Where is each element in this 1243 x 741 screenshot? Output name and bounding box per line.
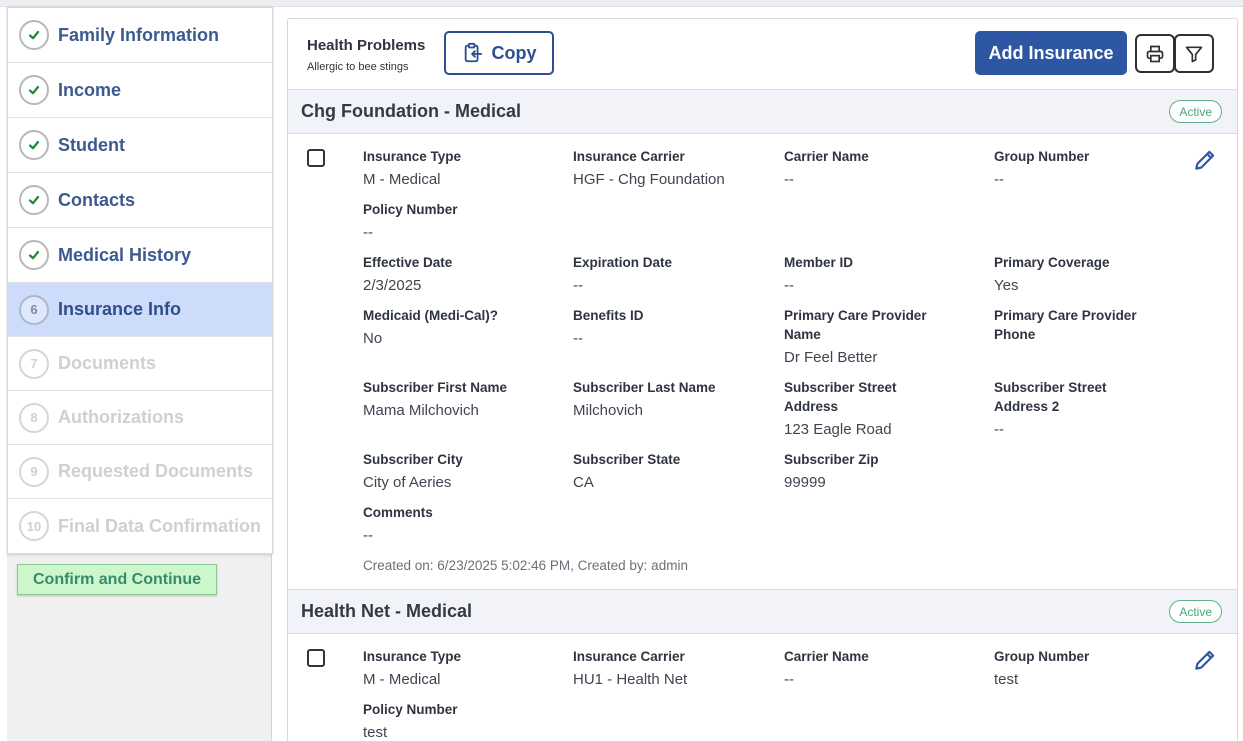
checkmark-icon	[19, 75, 49, 105]
field-carrier-name: Carrier Name --	[784, 149, 869, 188]
checkmark-icon	[19, 20, 49, 50]
field-effective-date: Effective Date 2/3/2025	[363, 255, 453, 294]
field-subscriber-first-name: Subscriber First Name Mama Milchovich	[363, 380, 508, 419]
health-problems-text: Allergic to bee stings	[307, 61, 409, 73]
add-insurance-button[interactable]: Add Insurance	[975, 31, 1127, 75]
select-checkbox[interactable]	[307, 649, 325, 667]
field-member-id: Member ID --	[784, 255, 854, 294]
field-subscriber-zip: Subscriber Zip 99999	[784, 452, 879, 491]
step-income[interactable]: Income	[8, 63, 272, 118]
funnel-icon	[1185, 46, 1203, 62]
step-label: Contacts	[58, 189, 136, 210]
field-subscriber-street-2: Subscriber Street Address 2 --	[994, 380, 1107, 438]
insurance-record-header: Chg Foundation - Medical Active	[288, 89, 1237, 134]
step-label: Final Data Confirmation	[58, 515, 262, 536]
step-label: Medical History	[58, 244, 192, 265]
printer-icon	[1146, 45, 1164, 62]
field-primary-coverage: Primary Coverage Yes	[994, 255, 1110, 294]
checkmark-icon	[19, 185, 49, 215]
field-subscriber-street: Subscriber Street Address 123 Eagle Road	[784, 380, 897, 438]
step-family-information[interactable]: Family Information	[8, 8, 272, 63]
step-student[interactable]: Student	[8, 118, 272, 173]
insurance-record-header: Health Net - Medical Active	[288, 589, 1237, 634]
step-label: Documents	[58, 353, 157, 373]
clipboard-copy-icon	[464, 42, 482, 63]
print-button[interactable]	[1135, 34, 1175, 73]
field-pcp-name: Primary Care Provider Name Dr Feel Bette…	[784, 308, 927, 366]
checkmark-icon	[19, 240, 49, 270]
checkmark-icon	[19, 130, 49, 160]
field-expiration-date: Expiration Date --	[573, 255, 673, 294]
field-medicaid: Medicaid (Medi-Cal)? No	[363, 308, 499, 347]
step-label: Student	[58, 134, 125, 155]
step-final-data-confirmation: 10 Final Data Confirmation	[8, 499, 272, 553]
step-medical-history[interactable]: Medical History	[8, 228, 272, 283]
step-number: 6	[19, 294, 49, 325]
field-insurance-carrier: Insurance Carrier HGF - Chg Foundation	[573, 149, 725, 188]
step-label: Insurance Info	[58, 299, 182, 319]
status-badge: Active	[1169, 100, 1222, 123]
top-bar	[0, 0, 1243, 7]
field-insurance-type: Insurance Type M - Medical	[363, 149, 462, 188]
step-contacts[interactable]: Contacts	[8, 173, 272, 228]
status-badge: Active	[1169, 600, 1222, 623]
copy-label: Copy	[491, 42, 537, 63]
pencil-icon[interactable]	[1192, 647, 1218, 673]
field-subscriber-state: Subscriber State CA	[573, 452, 681, 491]
insurance-panel: Health Problems Allergic to bee stings C…	[287, 18, 1238, 741]
step-requested-documents: 9 Requested Documents	[8, 445, 272, 499]
confirm-and-continue-button[interactable]: Confirm and Continue	[17, 564, 217, 595]
step-nav: Family Information Income Student Contac…	[7, 7, 273, 554]
field-insurance-carrier: Insurance Carrier HU1 - Health Net	[573, 649, 688, 688]
step-authorizations: 8 Authorizations	[8, 391, 272, 445]
field-carrier-name: Carrier Name --	[784, 649, 869, 688]
field-group-number: Group Number --	[994, 149, 1090, 188]
step-number: 7	[19, 348, 49, 379]
created-info: Created on: 6/23/2025 5:02:46 PM, Create…	[363, 558, 688, 573]
filter-button[interactable]	[1174, 34, 1214, 73]
field-subscriber-last-name: Subscriber Last Name Milchovich	[573, 380, 716, 419]
panel-header: Health Problems Allergic to bee stings C…	[288, 19, 1237, 89]
insurance-record: Insurance Type M - Medical Insurance Car…	[288, 134, 1237, 589]
step-number: 10	[19, 511, 49, 541]
field-pcp-phone: Primary Care Provider Phone	[994, 308, 1137, 342]
step-label: Family Information	[58, 24, 220, 45]
select-checkbox[interactable]	[307, 149, 325, 167]
field-subscriber-city: Subscriber City City of Aeries	[363, 452, 463, 491]
health-problems-title: Health Problems	[307, 37, 426, 54]
pencil-icon[interactable]	[1192, 147, 1218, 173]
field-insurance-type: Insurance Type M - Medical	[363, 649, 462, 688]
insurance-record-title: Health Net - Medical	[301, 601, 473, 621]
insurance-record: Insurance Type M - Medical Insurance Car…	[288, 634, 1237, 741]
step-number: 8	[19, 402, 49, 433]
step-number: 9	[19, 456, 49, 487]
step-insurance-info[interactable]: 6 Insurance Info	[8, 283, 272, 337]
step-label: Authorizations	[58, 407, 184, 427]
copy-button[interactable]: Copy	[444, 31, 554, 75]
field-policy-number: Policy Number test	[363, 702, 458, 741]
step-documents: 7 Documents	[8, 337, 272, 391]
field-group-number: Group Number test	[994, 649, 1090, 688]
field-comments: Comments --	[363, 505, 433, 544]
field-benefits-id: Benefits ID --	[573, 308, 644, 347]
step-label: Income	[58, 79, 122, 100]
step-label: Requested Documents	[58, 461, 254, 481]
insurance-record-title: Chg Foundation - Medical	[301, 101, 521, 121]
field-policy-number: Policy Number --	[363, 202, 458, 241]
